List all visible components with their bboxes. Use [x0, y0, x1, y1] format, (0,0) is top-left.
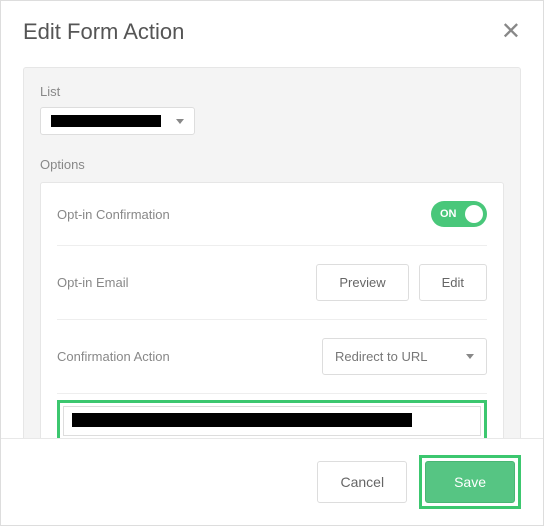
- modal-title: Edit Form Action: [23, 19, 184, 45]
- optin-email-row: Opt-in Email Preview Edit: [57, 246, 487, 320]
- edit-button[interactable]: Edit: [419, 264, 487, 301]
- optin-confirmation-toggle[interactable]: ON: [431, 201, 487, 227]
- modal-body: List Options Opt-in Confirmation ON Opt-…: [23, 67, 521, 468]
- chevron-down-icon: [466, 354, 474, 359]
- close-icon[interactable]: ✕: [501, 20, 521, 44]
- edit-form-action-modal: Edit Form Action ✕ List Options Opt-in C…: [0, 0, 544, 526]
- save-button-highlight: Save: [419, 455, 521, 509]
- toggle-knob: [465, 205, 483, 223]
- optin-confirmation-label: Opt-in Confirmation: [57, 207, 170, 222]
- optin-email-buttons: Preview Edit: [316, 264, 487, 301]
- preview-button[interactable]: Preview: [316, 264, 408, 301]
- list-selected-value: [51, 115, 161, 127]
- save-button[interactable]: Save: [425, 461, 515, 503]
- modal-footer: Cancel Save: [1, 438, 543, 525]
- optin-email-label: Opt-in Email: [57, 275, 129, 290]
- modal-header: Edit Form Action ✕: [1, 1, 543, 57]
- confirmation-action-selected: Redirect to URL: [335, 349, 427, 364]
- confirmation-action-select[interactable]: Redirect to URL: [322, 338, 487, 375]
- optin-confirmation-row: Opt-in Confirmation ON: [57, 183, 487, 246]
- chevron-down-icon: [176, 119, 184, 124]
- list-label: List: [40, 84, 504, 99]
- options-panel: Opt-in Confirmation ON Opt-in Email Prev…: [40, 182, 504, 447]
- list-select[interactable]: [40, 107, 195, 135]
- redirect-url-input[interactable]: [63, 406, 481, 436]
- options-label: Options: [40, 157, 504, 172]
- redirect-url-value: [72, 413, 412, 427]
- redirect-url-highlight: [57, 400, 487, 442]
- confirmation-action-label: Confirmation Action: [57, 349, 170, 364]
- confirmation-action-row: Confirmation Action Redirect to URL: [57, 320, 487, 394]
- cancel-button[interactable]: Cancel: [317, 461, 407, 503]
- toggle-on-text: ON: [440, 208, 457, 220]
